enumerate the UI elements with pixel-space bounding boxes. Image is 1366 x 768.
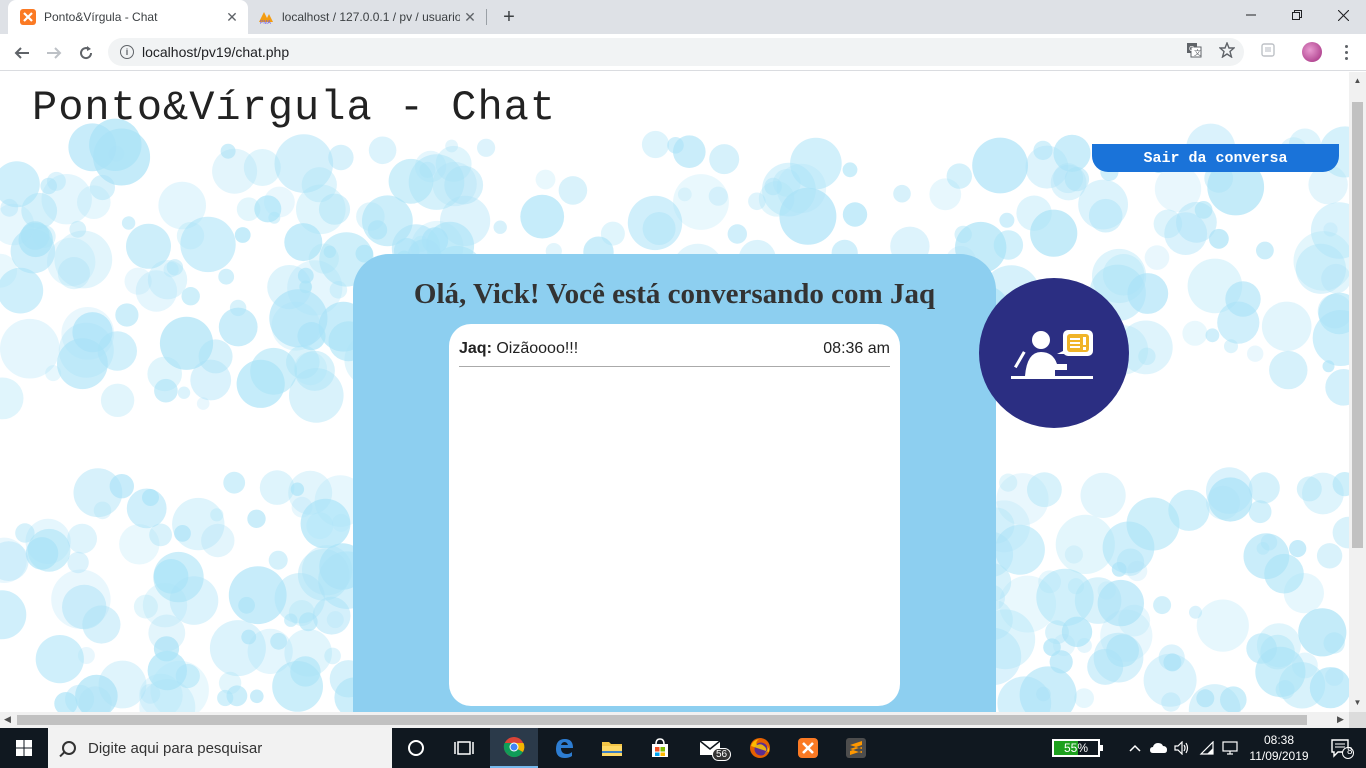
scroll-thumb[interactable] bbox=[1352, 102, 1363, 548]
chat-user-icon bbox=[979, 278, 1129, 428]
svg-text:PMA: PMA bbox=[260, 20, 272, 25]
mail-icon[interactable]: 56 bbox=[686, 728, 734, 768]
vertical-scrollbar[interactable]: ▲ ▼ bbox=[1349, 72, 1366, 712]
chevron-up-icon[interactable] bbox=[1126, 728, 1144, 768]
chat-heading: Olá, Vick! Você está conversando com Jaq bbox=[413, 278, 936, 310]
tab-chat[interactable]: Ponto&Vírgula - Chat ✕ bbox=[8, 0, 248, 34]
store-icon[interactable] bbox=[636, 728, 684, 768]
search-icon bbox=[62, 741, 76, 755]
star-icon[interactable] bbox=[1217, 40, 1237, 60]
phpmyadmin-icon: PMA bbox=[258, 9, 274, 25]
battery-indicator[interactable]: 55% bbox=[1052, 739, 1103, 757]
tab-title: localhost / 127.0.0.1 / pv / usuario bbox=[282, 10, 460, 24]
clock-date: 11/09/2019 bbox=[1249, 749, 1309, 763]
logout-button[interactable]: Sair da conversa bbox=[1092, 144, 1339, 172]
start-button[interactable] bbox=[0, 728, 48, 768]
translate-icon[interactable]: G文 bbox=[1184, 40, 1204, 60]
scroll-left-icon[interactable]: ◀ bbox=[4, 714, 11, 725]
scrollbar-corner bbox=[1349, 712, 1366, 728]
horizontal-scrollbar[interactable]: ◀ ▶ bbox=[0, 712, 1349, 728]
wifi-icon[interactable] bbox=[1196, 728, 1218, 768]
taskbar-search[interactable]: Digite aqui para pesquisar bbox=[48, 728, 392, 768]
scroll-thumb[interactable] bbox=[17, 715, 1307, 725]
notification-count: 8 bbox=[1347, 746, 1353, 757]
new-tab-button[interactable]: + bbox=[498, 6, 520, 28]
close-icon[interactable]: ✕ bbox=[460, 7, 480, 27]
language-icon[interactable] bbox=[1220, 728, 1240, 768]
task-view-icon[interactable] bbox=[440, 728, 488, 768]
tab-title: Ponto&Vírgula - Chat bbox=[44, 10, 158, 24]
mail-badge: 56 bbox=[712, 748, 732, 761]
extension-icon[interactable] bbox=[1258, 40, 1278, 60]
reload-icon bbox=[80, 46, 93, 60]
onedrive-icon[interactable] bbox=[1148, 728, 1170, 768]
xampp-icon[interactable] bbox=[784, 728, 832, 768]
minimize-icon bbox=[1246, 14, 1256, 16]
restore-icon bbox=[1292, 10, 1302, 20]
arrow-left-icon bbox=[14, 47, 29, 59]
scroll-down-icon[interactable]: ▼ bbox=[1353, 698, 1362, 707]
edge-icon[interactable] bbox=[540, 728, 588, 768]
address-bar[interactable]: i localhost/pv19/chat.php bbox=[108, 38, 1244, 66]
tab-separator bbox=[486, 9, 487, 25]
reload-button[interactable] bbox=[72, 39, 100, 67]
message-row: Jaq: Oizãoooo!!! 08:36 am bbox=[459, 340, 890, 367]
chat-messages[interactable]: Jaq: Oizãoooo!!! 08:36 am bbox=[449, 324, 900, 706]
scroll-up-icon[interactable]: ▲ bbox=[1353, 76, 1362, 85]
arrow-right-icon bbox=[47, 47, 62, 59]
page-viewport: Ponto&Vírgula - Chat Sair da conversa Ol… bbox=[0, 72, 1349, 712]
sublime-text-icon[interactable] bbox=[832, 728, 880, 768]
clock-time: 08:38 bbox=[1263, 733, 1295, 747]
message-time: 08:36 am bbox=[823, 340, 890, 357]
windows-icon bbox=[16, 740, 32, 756]
file-explorer-icon[interactable] bbox=[588, 728, 636, 768]
menu-kebab-icon[interactable] bbox=[1336, 42, 1356, 62]
restore-button[interactable] bbox=[1274, 0, 1320, 30]
message-sender: Jaq: bbox=[459, 340, 492, 357]
profile-avatar[interactable] bbox=[1302, 42, 1322, 62]
close-window-button[interactable] bbox=[1320, 0, 1366, 30]
search-placeholder: Digite aqui para pesquisar bbox=[88, 739, 263, 757]
svg-text:文: 文 bbox=[1194, 48, 1201, 57]
message-text: Oizãoooo!!! bbox=[496, 340, 579, 357]
tab-strip: Ponto&Vírgula - Chat ✕ PMA localhost / 1… bbox=[0, 0, 1366, 34]
info-icon[interactable]: i bbox=[120, 45, 134, 59]
browser-toolbar: i localhost/pv19/chat.php G文 bbox=[0, 34, 1366, 71]
minimize-button[interactable] bbox=[1228, 0, 1274, 30]
close-icon bbox=[1337, 9, 1349, 21]
taskbar-clock[interactable]: 08:38 11/09/2019 bbox=[1244, 732, 1314, 764]
tab-phpmyadmin[interactable]: PMA localhost / 127.0.0.1 / pv / usuario… bbox=[248, 0, 486, 34]
message-content: Jaq: Oizãoooo!!! bbox=[459, 340, 578, 358]
volume-icon[interactable] bbox=[1172, 728, 1192, 768]
scroll-right-icon[interactable]: ▶ bbox=[1337, 714, 1344, 725]
battery-percent: 55% bbox=[1063, 741, 1089, 755]
chat-panel: Olá, Vick! Você está conversando com Jaq… bbox=[353, 254, 996, 712]
back-button[interactable] bbox=[8, 39, 36, 67]
xampp-icon bbox=[20, 9, 36, 25]
action-center-button[interactable]: 8 bbox=[1322, 728, 1362, 768]
chrome-icon[interactable] bbox=[490, 728, 538, 768]
cortana-icon[interactable] bbox=[392, 728, 440, 768]
windows-taskbar: Digite aqui para pesquisar 56 55% 08:38 … bbox=[0, 728, 1366, 768]
page-title: Ponto&Vírgula - Chat bbox=[32, 84, 557, 132]
forward-button[interactable] bbox=[40, 39, 68, 67]
close-icon[interactable]: ✕ bbox=[222, 7, 242, 27]
firefox-icon[interactable] bbox=[736, 728, 784, 768]
url-text[interactable]: localhost/pv19/chat.php bbox=[142, 44, 289, 60]
